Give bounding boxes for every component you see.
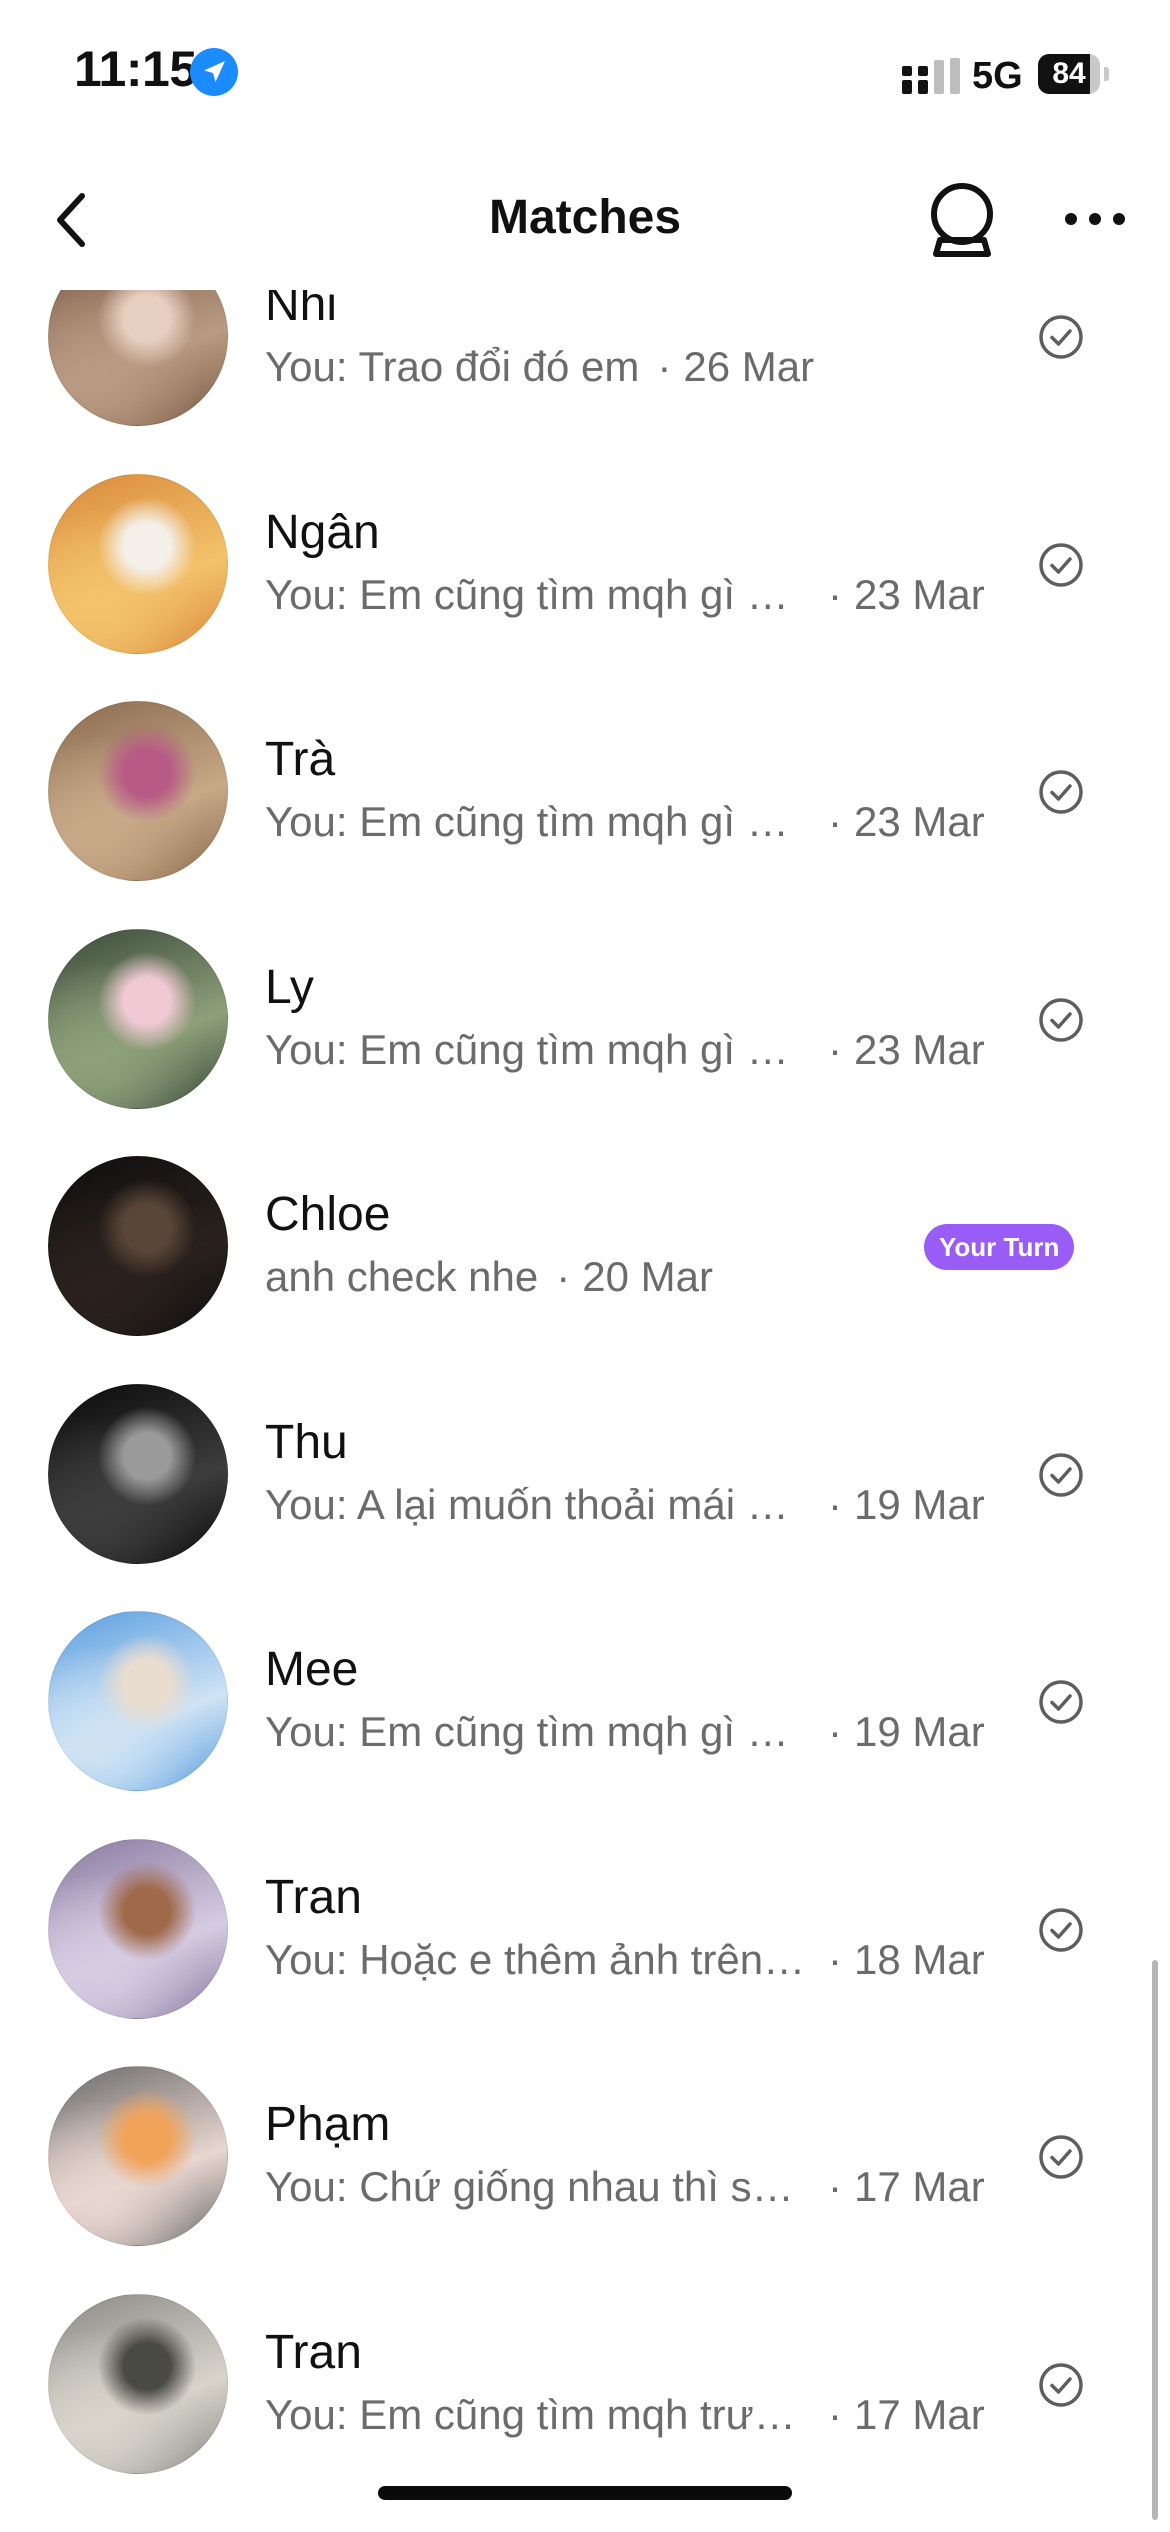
message-date: 19 Mar xyxy=(854,1480,985,1528)
matches-list[interactable]: Nhi You: Trao đổi đó em · 26 Mar Ngân You: Em… xyxy=(0,290,1170,2532)
separator-dot: · xyxy=(828,570,842,618)
match-row[interactable]: Mee You: Em cũng tìm mqh gì muốn tìm ngườ… xyxy=(0,1587,1170,1815)
avatar[interactable] xyxy=(48,1383,228,1564)
match-row[interactable]: Nhi You: Trao đổi đó em · 26 Mar xyxy=(0,290,1170,450)
avatar[interactable] xyxy=(48,2066,228,2246)
sent-check-icon xyxy=(1039,1452,1083,1497)
matches-list-content: Nhi You: Trao đổi đó em · 26 Mar Ngân You: Em… xyxy=(0,290,1170,2497)
message-preview-line: You: Em cũng tìm mqh gì muốn tìm người h… xyxy=(265,797,985,847)
message-date: 26 Mar xyxy=(683,343,815,390)
your-turn-badge: Your Turn xyxy=(924,1224,1075,1270)
message-preview-line: You: Em cũng tìm mqh gì muốn tìm người h… xyxy=(265,1707,985,1757)
match-row[interactable]: Tran You: Em cũng tìm mqh trước đã nhé ·17… xyxy=(0,2270,1170,2498)
match-row[interactable]: Phạm You: Chứ giống nhau thì sao vui · 17 M… xyxy=(0,2042,1170,2270)
message-preview: You: Trao đổi đó em xyxy=(265,343,640,390)
match-row[interactable]: Trà You: Em cũng tìm mqh gì muốn tìm ngườ… xyxy=(0,677,1170,905)
message-date: 20 Mar xyxy=(582,1253,713,1300)
location-arrow-icon xyxy=(190,48,238,96)
message-preview: You: Chứ giống nhau thì sao vui xyxy=(265,2163,810,2210)
separator-dot: · xyxy=(828,1025,842,1073)
message-preview-line: You: A lại muốn thoải mái hơn · 19 Mar xyxy=(265,1480,985,1530)
sent-check-icon xyxy=(1039,315,1083,359)
separator-dot: · xyxy=(828,2163,842,2210)
nav-bar: Matches xyxy=(0,150,1170,290)
avatar[interactable] xyxy=(48,1611,228,1791)
message-preview: anh check nhe xyxy=(265,1253,539,1300)
avatar[interactable] xyxy=(48,290,228,426)
match-name: Ngân xyxy=(265,505,380,559)
separator-dot: · xyxy=(657,343,672,390)
message-preview: You: Em cũng tìm mqh gì muốn tìm người h… xyxy=(265,798,810,845)
avatar[interactable] xyxy=(48,2293,228,2474)
match-name: Tran xyxy=(265,1870,362,1924)
message-date: 19 Mar xyxy=(854,1708,985,1755)
match-name: Chloe xyxy=(265,1188,391,1241)
message-preview: You: Hoặc e thêm ảnh trên hồ sơ nhé xyxy=(265,1935,810,1983)
message-preview-line: You: Em cũng tìm mqh trước đã nhé ·17 Mar xyxy=(265,2390,985,2440)
match-name: Phạm xyxy=(265,2098,391,2151)
message-date: 17 Mar xyxy=(854,2390,985,2438)
message-date: 18 Mar xyxy=(854,1935,985,1983)
match-row[interactable]: Ngân You: Em cũng tìm mqh gì muốn tìm ngư… xyxy=(0,450,1170,678)
network-type: 5G xyxy=(972,55,1023,97)
message-preview: You: Em cũng tìm mqh gì muốn tìm người h… xyxy=(265,1708,810,1755)
separator-dot: · xyxy=(828,2390,842,2438)
crystal-ball-icon xyxy=(931,183,993,257)
avatar[interactable] xyxy=(48,1838,228,2019)
match-row[interactable]: Tran You: Hoặc e thêm ảnh trên hồ sơ nhé ·… xyxy=(0,1815,1170,2043)
message-date: 23 Mar xyxy=(854,798,985,845)
sent-check-icon xyxy=(1039,2135,1083,2179)
message-preview: You: Em cũng tìm mqh trước đã nhé xyxy=(265,2390,810,2438)
avatar[interactable] xyxy=(48,928,228,1109)
separator-dot: · xyxy=(828,1708,842,1755)
sent-check-icon xyxy=(1039,1907,1083,1952)
battery-level: 84 xyxy=(1052,57,1086,90)
match-name: Mee xyxy=(265,1643,359,1696)
home-indicator[interactable] xyxy=(378,2486,792,2500)
more-options-button[interactable] xyxy=(1060,194,1130,244)
message-preview-line: anh check nhe · 20 Mar xyxy=(265,1252,713,1302)
message-date: 23 Mar xyxy=(854,570,985,618)
avatar[interactable] xyxy=(48,701,228,881)
match-name: Tran xyxy=(265,2325,362,2379)
status-bar: 11:15 5G 84 xyxy=(0,0,1170,150)
sent-check-icon xyxy=(1039,542,1083,587)
message-preview-line: You: Em cũng tìm mqh gì muốn tìm người h… xyxy=(265,1025,985,1075)
match-row[interactable]: Chloe anh check nhe · 20 Mar Your Turn xyxy=(0,1132,1170,1360)
message-preview-line: You: Trao đổi đó em · 26 Mar xyxy=(265,342,814,392)
sent-check-icon xyxy=(1039,997,1083,1042)
message-preview-line: You: Hoặc e thêm ảnh trên hồ sơ nhé ·18 M… xyxy=(265,1935,985,1985)
avatar[interactable] xyxy=(48,1156,228,1336)
match-name: Ly xyxy=(265,960,314,1014)
match-row[interactable]: Thu You: A lại muốn thoải mái hơn · 19 Mar xyxy=(0,1360,1170,1588)
message-preview-line: You: Chứ giống nhau thì sao vui · 17 Mar xyxy=(265,2162,985,2212)
sent-check-icon xyxy=(1039,1680,1083,1724)
status-time: 11:15 xyxy=(74,41,197,97)
message-preview: You: A lại muốn thoải mái hơn xyxy=(265,1480,810,1528)
message-preview: You: Em cũng tìm mqh gì muốn tìm người h… xyxy=(265,1025,810,1073)
match-name: Nhi xyxy=(265,290,338,331)
message-date: 23 Mar xyxy=(854,1025,985,1073)
scroll-indicator xyxy=(1152,1960,1158,2520)
cellular-signal-icon xyxy=(902,58,960,94)
separator-dot: · xyxy=(828,1480,842,1528)
separator-dot: · xyxy=(828,798,842,845)
battery-indicator: 84 xyxy=(1038,54,1112,94)
avatar[interactable] xyxy=(48,473,228,654)
match-name: Thu xyxy=(265,1415,348,1469)
message-preview-line: You: Em cũng tìm mqh gì muốn tìm người h… xyxy=(265,570,985,620)
message-preview: You: Em cũng tìm mqh gì muốn tìm người h… xyxy=(265,570,810,618)
separator-dot: · xyxy=(828,1935,842,1983)
message-date: 17 Mar xyxy=(854,2163,985,2210)
sent-check-icon xyxy=(1039,770,1083,814)
ellipsis-icon xyxy=(1065,213,1125,225)
match-name: Trà xyxy=(265,733,336,786)
sent-check-icon xyxy=(1039,2362,1083,2407)
crystal-ball-button[interactable] xyxy=(924,180,1000,260)
match-row[interactable]: Ly You: Em cũng tìm mqh gì muốn tìm người… xyxy=(0,905,1170,1133)
separator-dot: · xyxy=(556,1253,571,1300)
